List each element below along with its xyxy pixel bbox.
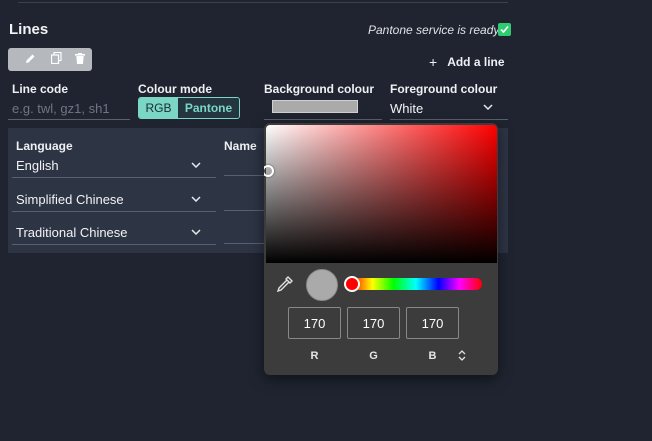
pantone-option[interactable]: Pantone xyxy=(178,98,239,118)
check-icon xyxy=(498,23,511,36)
name-input-traditional-chinese[interactable] xyxy=(224,243,264,244)
name-input-simplified-chinese[interactable] xyxy=(224,210,264,211)
foreground-colour-label: Foreground colour xyxy=(390,82,498,96)
rgb-option[interactable]: RGB xyxy=(139,98,178,118)
green-label: G xyxy=(369,350,378,362)
language-select-simplified-chinese[interactable]: Simplified Chinese xyxy=(16,192,124,207)
language-header: Language xyxy=(16,139,73,153)
colour-mode-toggle: RGB Pantone xyxy=(138,97,240,119)
language-underline xyxy=(12,177,216,178)
color-picker-popover: 170 170 170 R G B xyxy=(264,123,498,375)
trash-icon xyxy=(75,51,85,69)
blue-input[interactable]: 170 xyxy=(406,307,459,339)
language-underline xyxy=(12,244,216,245)
pantone-status-text: Pantone service is ready xyxy=(368,23,500,37)
hue-slider[interactable] xyxy=(350,278,482,290)
language-select-english[interactable]: English xyxy=(16,158,59,173)
chevron-down-icon xyxy=(191,229,201,235)
add-line-button[interactable]: + Add a line xyxy=(429,54,505,70)
saturation-value-area[interactable] xyxy=(264,125,497,263)
line-toolbar xyxy=(8,48,92,71)
line-code-underline xyxy=(8,119,130,120)
name-header: Name xyxy=(224,139,257,153)
background-colour-swatch[interactable] xyxy=(272,100,358,113)
colour-mode-label: Colour mode xyxy=(138,82,212,96)
copy-button[interactable] xyxy=(44,48,68,71)
top-divider xyxy=(18,2,508,3)
red-input[interactable]: 170 xyxy=(288,307,341,339)
copy-icon xyxy=(50,51,62,69)
plus-icon: + xyxy=(429,54,438,70)
chevron-down-icon xyxy=(483,104,493,110)
add-line-label: Add a line xyxy=(447,55,505,69)
name-input-english[interactable] xyxy=(224,175,264,176)
chevron-down-icon xyxy=(191,162,201,168)
background-colour-underline xyxy=(264,119,382,120)
edit-button[interactable] xyxy=(8,48,44,71)
delete-button[interactable] xyxy=(68,48,92,71)
green-input[interactable]: 170 xyxy=(347,307,400,339)
chevron-down-icon xyxy=(191,196,201,202)
color-preview xyxy=(306,269,338,301)
eyedropper-icon[interactable] xyxy=(276,275,294,298)
red-label: R xyxy=(310,350,319,362)
saturation-handle[interactable] xyxy=(264,165,274,177)
line-code-label: Line code xyxy=(12,82,69,96)
foreground-colour-underline xyxy=(390,119,508,120)
format-toggle-icon[interactable] xyxy=(458,349,466,361)
language-select-traditional-chinese[interactable]: Traditional Chinese xyxy=(16,225,128,240)
line-code-input[interactable]: e.g. twl, gz1, sh1 xyxy=(12,101,110,116)
foreground-colour-select[interactable]: White xyxy=(390,101,423,116)
hue-slider-thumb[interactable] xyxy=(344,276,360,292)
background-colour-label: Background colour xyxy=(264,82,375,96)
language-underline xyxy=(12,211,216,212)
pencil-icon xyxy=(25,51,36,69)
page-title: Lines xyxy=(9,21,49,38)
blue-label: B xyxy=(428,350,437,362)
